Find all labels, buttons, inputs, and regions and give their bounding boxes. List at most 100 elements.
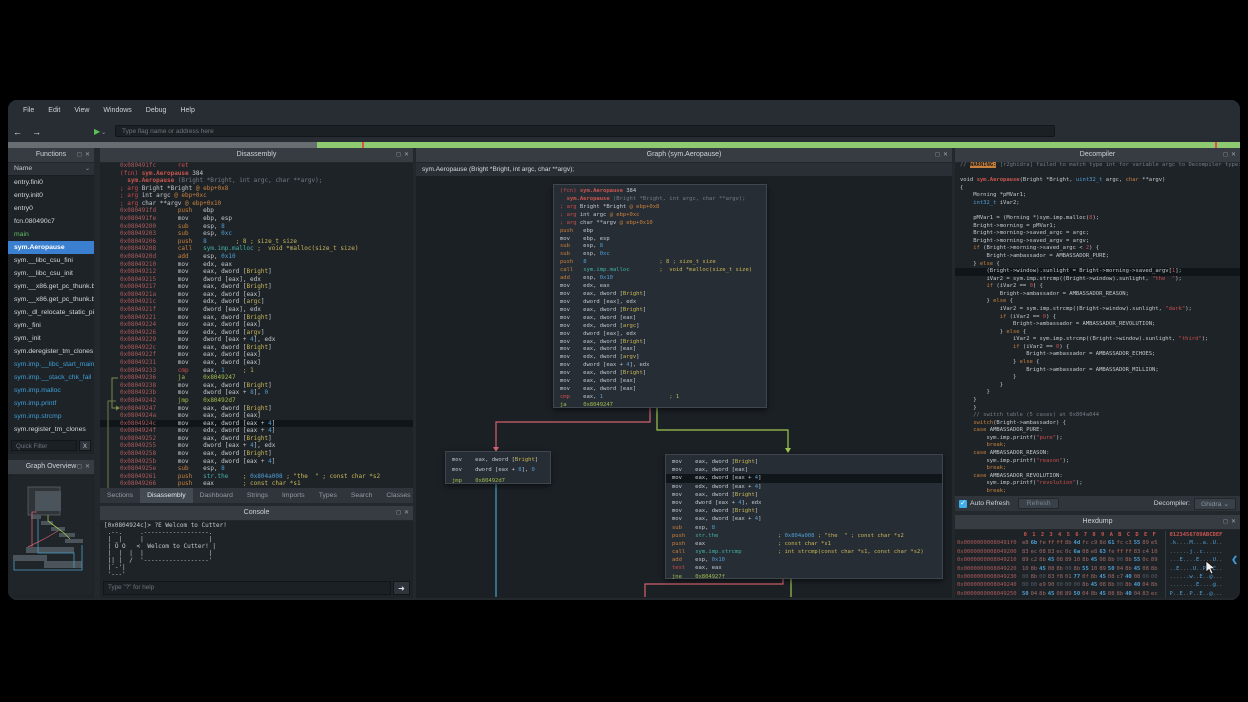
menu-file[interactable]: File [16,100,41,121]
code-line[interactable]: mov dword [eax + 4], edx [666,499,942,507]
hex-row[interactable]: 0x00000000080491f0e86bfeffff8b4dfcc98d61… [957,539,1223,547]
hex-row[interactable]: 0x000000000804925050048b45088950048b4508… [957,590,1223,598]
refresh-button[interactable]: Refresh [1018,498,1060,509]
code-line[interactable]: 0x0804925e sub esp, 8 [100,465,413,473]
code-line[interactable]: } else { [955,298,1240,306]
code-line[interactable]: 0x080491fc ret [100,162,413,170]
code-line[interactable]: (fcn) sym.Aeropause 384 [100,170,413,178]
code-line[interactable]: case AMBASSADOR_REASON: [955,450,1240,458]
functions-name-header[interactable]: Name⌄ [8,163,94,176]
code-line[interactable]: jne 0x804927f [666,573,942,581]
hex-row[interactable]: 0x000000000804920083ec0883ec0c6a08e863fe… [957,548,1223,556]
code-line[interactable]: [0x0804924c]> ?E Welcom to Cutter! [100,522,413,529]
code-line[interactable]: test eax, eax [666,564,942,572]
code-line[interactable]: push ebp [554,228,766,236]
graph-node-false-branch[interactable]: mov eax, dword [Bright]mov dword [eax + … [445,451,551,484]
code-line[interactable]: break; [955,465,1240,473]
code-line[interactable]: 0x0804924f mov edx, dword [eax + 4] [100,427,413,435]
code-line[interactable]: 0x08049206 push 8 ; 8 ; size_t size [100,238,413,246]
code-line[interactable]: 0x0804923b mov dword [eax + 8], 0 [100,389,413,397]
console-input[interactable]: Type "?" for help [103,581,391,595]
menu-view[interactable]: View [67,100,96,121]
code-line[interactable]: push eax ; const char *s1 [666,540,942,548]
float-icon[interactable]: ◻ [396,506,401,520]
function-item[interactable]: sym.__x86.get_pc_thunk.bx [8,293,94,306]
code-line[interactable]: sym.Aeropause (Bright *Bright, int argc,… [100,177,413,185]
play-dropdown-caret-icon[interactable]: ⌄ [101,129,106,136]
code-line[interactable]: call sym.imp.strcmp ; int strcmp(const c… [666,548,942,556]
code-line[interactable]: iVar2 = sym.imp.strcmp((Bright->window).… [955,306,1240,314]
code-line[interactable]: mov eax, dword [Bright] [666,458,942,466]
code-line[interactable]: 0x0804921a mov eax, dword [eax] [100,291,413,299]
graph-overview-title-bar[interactable]: Graph Overview ◻✕ [8,460,94,475]
code-line[interactable]: mov ebp, esp [554,236,766,244]
function-item[interactable]: sym.__libc_csu_init [8,267,94,280]
code-line[interactable]: | _| | | [100,536,413,543]
code-line[interactable]: iVar2 = sym.imp.strcmp((Bright->window).… [955,336,1240,344]
code-line[interactable]: } [955,397,1240,405]
code-line[interactable]: mov dword [eax], edx [554,331,766,339]
code-line[interactable]: mov eax, dword [Bright] [554,370,766,378]
code-line[interactable]: '---' [100,571,413,578]
code-line[interactable]: 0x080491fe mov ebp, esp [100,215,413,223]
code-line[interactable]: void sym.Aeropause(Bright *Bright, uint3… [955,177,1240,185]
auto-refresh-checkbox[interactable]: ✓ [959,500,967,508]
forward-icon[interactable]: → [27,127,46,137]
code-line[interactable]: mov eax, dword [eax] [554,346,766,354]
code-line[interactable]: mov dword [eax + 8], 0 [446,465,550,475]
code-line[interactable]: 0x0804920d add esp, 0x10 [100,253,413,261]
function-item[interactable]: main [8,228,94,241]
code-line[interactable]: sub esp, 8 [554,243,766,251]
tab-dashboard[interactable]: Dashboard [193,488,240,503]
code-line[interactable]: mov eax, dword [eax + 4] [666,515,942,523]
code-line[interactable]: 0x08049233 cmp eax, 1 ; 1 [100,367,413,375]
code-line[interactable]: Bright->ambassador = AMBASSADOR_REASON; [955,291,1240,299]
code-line[interactable]: (fcn) sym.Aeropause 384 [554,188,766,196]
code-line[interactable]: 0x0804922f mov eax, dword [eax] [100,351,413,359]
function-item[interactable]: sym.Aeropause [8,241,94,254]
code-line[interactable]: mov eax, dword [Bright] [446,455,550,465]
code-line[interactable]: ; arg Bright *Bright @ ebp+0x8 [100,185,413,193]
graph-canvas[interactable]: (fcn) sym.Aeropause 384 sym.Aeropause (B… [416,176,952,598]
code-line[interactable]: int32_t iVar2; [955,200,1240,208]
decompiler-engine-select[interactable]: Ghidra ⌄ [1194,498,1236,510]
close-icon[interactable]: ✕ [1231,515,1236,529]
menu-edit[interactable]: Edit [41,100,67,121]
function-item[interactable]: fcn.080490c7 [8,215,94,228]
code-line[interactable]: 0x0804922c mov eax, dword [Bright] [100,344,413,352]
code-line[interactable]: 0x08049242 jmp 0x80492d7 [100,397,413,405]
close-icon[interactable]: ✕ [943,148,948,162]
code-line[interactable]: 0x08049247 mov eax, dword [Bright] [100,405,413,413]
close-icon[interactable]: ✕ [404,506,409,520]
quick-filter-input[interactable]: Quick Filter [11,440,77,451]
code-line[interactable]: ; arg Bright *Bright @ ebp+0x8 [554,204,766,212]
code-line[interactable]: } else { [955,359,1240,367]
code-line[interactable]: break; [955,442,1240,450]
code-line[interactable]: 0x08049231 mov eax, dword [eax] [100,359,413,367]
code-line[interactable]: | O O < Welcom to Cutter! | [100,543,413,550]
code-line[interactable]: if (iVar2 == 0) { [955,344,1240,352]
function-item[interactable]: sym.imp.strcmp [8,410,94,423]
code-line[interactable]: cmp eax, 1 ; 1 [554,394,766,402]
hex-row[interactable]: 0x0000000008049230008b0083f801770f8b4508… [957,573,1223,581]
close-icon[interactable]: ✕ [404,148,409,162]
function-item[interactable]: sym.imp.__libc_start_main [8,358,94,371]
disassembly-listing[interactable]: 0x080491fc ret(fcn) sym.Aeropause 384 sy… [100,162,413,488]
float-icon[interactable]: ◻ [77,148,82,162]
code-line[interactable]: mov edx, dword [eax + 4] [666,483,942,491]
code-line[interactable]: add esp, 0x10 [666,556,942,564]
code-line[interactable]: | | | | | [100,550,413,557]
code-line[interactable]: } [955,389,1240,397]
code-line[interactable]: 0x08049200 sub esp, 8 [100,223,413,231]
code-line[interactable]: 0x08049236 ja 0x8049247 [100,374,413,382]
code-line[interactable]: 0x0804921f mov dword [eax], edx [100,306,413,314]
float-icon[interactable]: ◻ [1223,515,1228,529]
code-line[interactable]: mov edx, eax [554,283,766,291]
tab-types[interactable]: Types [312,488,344,503]
code-line[interactable]: jmp 0x80492d7 [446,476,550,486]
code-line[interactable]: 0x08049210 mov edx, eax [100,261,413,269]
code-line[interactable]: mov eax, dword [eax] [554,315,766,323]
function-item[interactable]: sym._fini [8,319,94,332]
code-line[interactable]: 0x08049266 push eax ; const char *s1 [100,480,413,488]
menu-windows[interactable]: Windows [96,100,138,121]
